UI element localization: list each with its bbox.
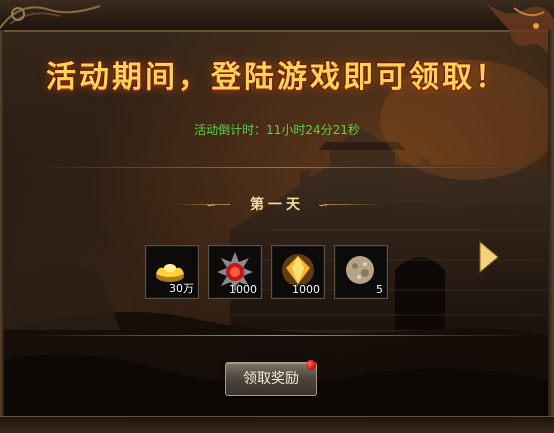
dragon-ornament-icon: [484, 0, 554, 60]
swirl-right-icon: ∽: [318, 198, 329, 212]
reward-slot[interactable]: 1000: [208, 245, 262, 299]
top-divider: [28, 167, 528, 168]
countdown-text: 活动倒计时：11小时24分21秒: [0, 121, 554, 138]
bottom-frame: [0, 416, 554, 433]
reward-count: 30万: [169, 282, 194, 295]
day-title-line-right: [324, 204, 384, 205]
day-title: 第一天: [250, 197, 304, 213]
notification-dot: [306, 360, 316, 370]
event-headline: 活动期间，登陆游戏即可领取！: [46, 60, 508, 95]
reward-slot[interactable]: 1000: [271, 245, 325, 299]
corner-ornament-icon: [0, 5, 101, 29]
countdown-value: 11小时24分21秒: [266, 123, 360, 137]
countdown-label: 活动倒计时：: [194, 123, 267, 137]
reward-count: 1000: [229, 283, 257, 296]
reward-count: 1000: [292, 283, 320, 296]
reward-slot[interactable]: 30万: [145, 245, 199, 299]
next-arrow-icon[interactable]: [478, 240, 500, 274]
bottom-divider: [28, 335, 528, 336]
claim-reward-button[interactable]: 领取奖励: [225, 362, 317, 396]
reward-slot[interactable]: 5: [334, 245, 388, 299]
reward-count: 5: [376, 283, 383, 296]
daily-login-panel: 活动期间，登陆游戏即可领取！ 活动倒计时：11小时24分21秒 ∽ 第一天 ∽ …: [0, 0, 554, 433]
